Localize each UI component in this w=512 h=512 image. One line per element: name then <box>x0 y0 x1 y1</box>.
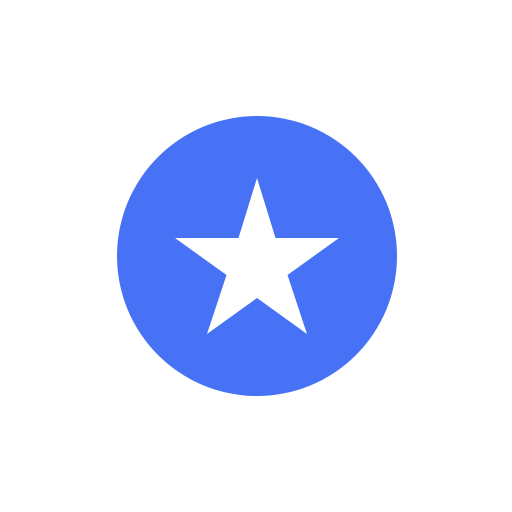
star-icon <box>117 116 397 396</box>
app-icon-canvas <box>0 0 512 512</box>
star-badge[interactable] <box>117 116 397 396</box>
